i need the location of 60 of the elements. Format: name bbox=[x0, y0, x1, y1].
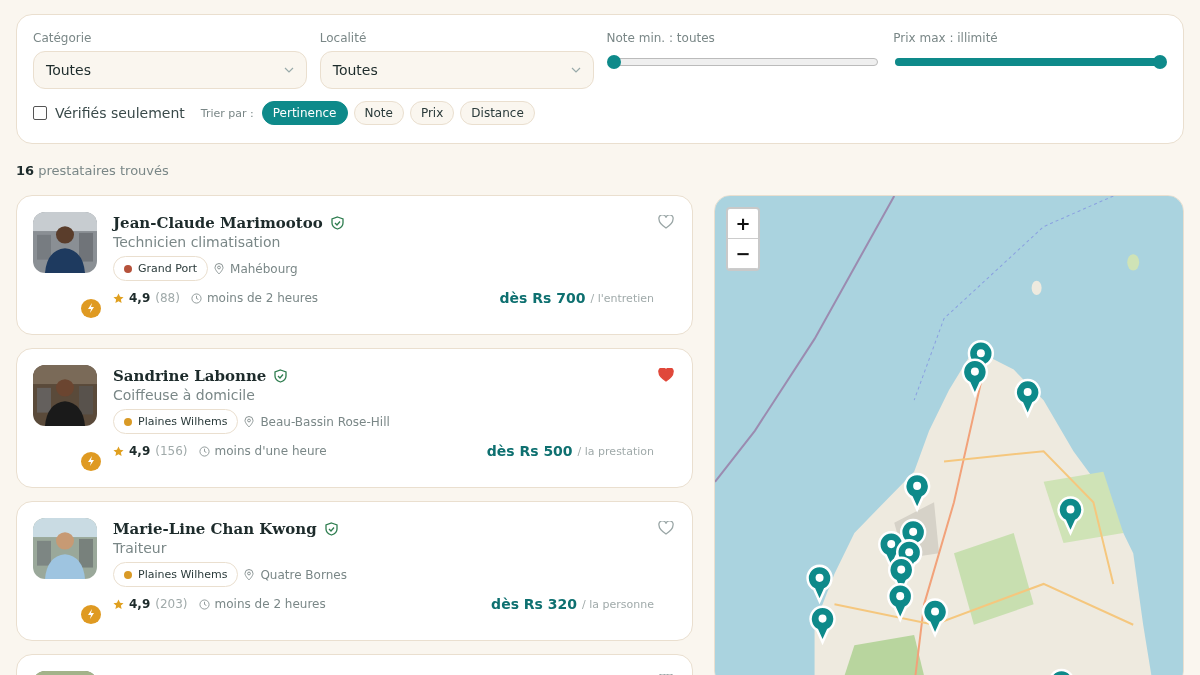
results-count: 16 prestataires trouvés bbox=[16, 163, 170, 178]
sort-chip[interactable]: Note bbox=[353, 101, 404, 125]
price-unit: / la prestation bbox=[577, 444, 654, 458]
location-pin-icon bbox=[244, 415, 255, 428]
sort-label: Trier par : bbox=[200, 106, 254, 120]
rating-value: 4,9 bbox=[129, 444, 151, 458]
provider-name[interactable]: Sandrine Labonne bbox=[113, 367, 267, 385]
zoom-out-button[interactable]: − bbox=[728, 239, 758, 269]
clock-icon bbox=[198, 598, 210, 610]
location-pin-icon bbox=[244, 568, 255, 581]
provider-job: Traiteur bbox=[113, 540, 168, 556]
rating-value: 4,9 bbox=[129, 291, 151, 305]
zoom-in-button[interactable]: + bbox=[728, 209, 758, 239]
price-unit: / l'entretien bbox=[590, 291, 654, 305]
sort-chip[interactable]: Distance bbox=[460, 101, 535, 125]
locality-label: Localité bbox=[319, 31, 368, 45]
clock-icon bbox=[198, 445, 210, 457]
chevron-icon bbox=[283, 67, 294, 73]
locality-select[interactable]: Toutes bbox=[319, 51, 594, 89]
rating-value: 4,9 bbox=[129, 597, 151, 611]
slider-thumb[interactable] bbox=[606, 55, 621, 69]
review-count: (156) bbox=[155, 444, 188, 458]
heart-icon[interactable] bbox=[658, 368, 674, 382]
star-icon bbox=[113, 445, 124, 457]
price: dès Rs 320 bbox=[491, 596, 578, 612]
chevron-icon bbox=[570, 67, 581, 73]
response-time: moins de 2 heures bbox=[214, 597, 326, 611]
price: dès Rs 500 bbox=[486, 443, 573, 459]
heart-icon[interactable] bbox=[658, 521, 674, 535]
response-time: moins de 2 heures bbox=[206, 291, 319, 305]
category-select[interactable]: Toutes bbox=[33, 51, 307, 89]
checkbox-label[interactable]: Vérifiés seulement bbox=[55, 105, 185, 121]
slider-label: Prix max : illimité bbox=[893, 31, 999, 45]
sort-chip[interactable]: Prix bbox=[409, 101, 455, 125]
heart-icon[interactable] bbox=[658, 215, 674, 229]
star-icon bbox=[113, 292, 124, 304]
provider-job: Coiffeuse à domicile bbox=[113, 387, 256, 403]
location-pin-icon bbox=[214, 262, 225, 275]
town-label: Beau-Bassin Rose-Hill bbox=[260, 414, 390, 429]
category-label: Catégorie bbox=[33, 31, 93, 45]
provider-job: Technicien climatisation bbox=[113, 234, 282, 250]
provider-card[interactable]: Marie-Line Chan Kwong Traiteur Plaines Wilhems Quatre Bornes 4,9 (203) moins de 2 heures dès Rs 320 / la personne bbox=[16, 501, 693, 641]
review-count: (88) bbox=[155, 291, 180, 305]
slider-label: Note min. : toutes bbox=[606, 31, 716, 45]
review-count: (203) bbox=[155, 597, 188, 611]
provider-name[interactable]: Jean-Claude Marimootoo bbox=[113, 214, 323, 232]
town-label: Quatre Bornes bbox=[260, 567, 347, 582]
provider-card[interactable]: Jean-Claude Marimootoo Technicien climatisation Grand Port Mahébourg 4,9 (88) moins de 2 heures dès Rs 700 / l'entretien bbox=[16, 195, 693, 335]
range-slider[interactable] bbox=[893, 54, 1167, 70]
price-unit: / la personne bbox=[582, 597, 654, 611]
slider-thumb[interactable] bbox=[1153, 55, 1167, 69]
provider-card[interactable]: Sandrine Labonne Coiffeuse à domicile Plaines Wilhems Beau-Bassin Rose-Hill 4,9 (156) moins d'une heure dès Rs 500 / la prestation bbox=[16, 348, 693, 488]
response-time: moins d'une heure bbox=[214, 444, 327, 458]
clock-icon bbox=[190, 292, 202, 304]
price: dès Rs 700 bbox=[499, 290, 586, 306]
star-icon bbox=[113, 598, 124, 610]
checkbox[interactable] bbox=[33, 106, 47, 120]
provider-name[interactable]: Marie-Line Chan Kwong bbox=[113, 520, 317, 538]
sort-chip[interactable]: Pertinence bbox=[261, 101, 348, 125]
town-label: Mahébourg bbox=[230, 261, 298, 276]
